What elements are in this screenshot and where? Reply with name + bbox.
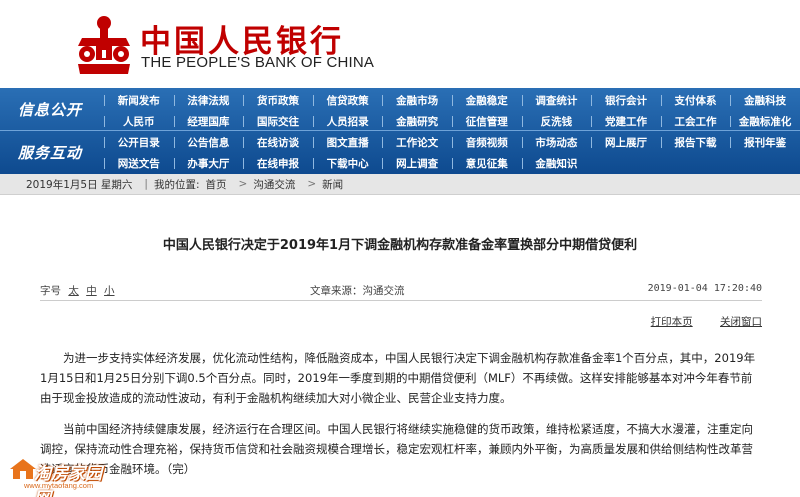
nav-item[interactable]: 金融稳定	[451, 90, 522, 111]
article-meta: 字号 太 中 小 文章来源：沟通交流 2019-01-04 17:20:40	[40, 283, 762, 299]
nav-item[interactable]: 下载中心	[312, 153, 383, 174]
breadcrumb-separator: |	[144, 178, 148, 190]
nav-item[interactable]: 音频视频	[451, 132, 522, 153]
nav-item[interactable]: 反洗钱	[521, 111, 592, 132]
location-label: 我的位置:	[153, 178, 200, 191]
print-page-link[interactable]: 打印本页	[651, 316, 693, 328]
article-paragraph: 为进一步支持实体经济发展，优化流动性结构，降低融资成本，中国人民银行决定下调金融…	[40, 351, 756, 405]
nav-item[interactable]: 报告下载	[660, 132, 731, 153]
nav-item[interactable]: 金融知识	[521, 153, 592, 174]
article-datetime: 2019-01-04 17:20:40	[647, 283, 762, 294]
breadcrumb-separator: >	[307, 178, 317, 190]
watermark: 淘房家园网 www.mytaofang.com	[8, 455, 118, 497]
nav-item[interactable]: 人民币	[104, 111, 174, 132]
nav-item[interactable]: 支付体系	[660, 90, 731, 111]
nav-item[interactable]: 国际交往	[243, 111, 313, 132]
nav-item[interactable]: 银行会计	[591, 90, 661, 111]
nav-item[interactable]: 办事大厅	[173, 153, 244, 174]
nav-item[interactable]: 党建工作	[591, 111, 661, 132]
font-size-control: 字号 太 中 小	[40, 283, 115, 298]
font-size-small-link[interactable]: 小	[104, 285, 115, 297]
watermark-text: 淘房家园网	[34, 464, 102, 497]
nav-item[interactable]: 意见征集	[451, 153, 522, 174]
nav-item[interactable]: 图文直播	[312, 132, 383, 153]
nav-item[interactable]: 货币政策	[243, 90, 313, 111]
article-source: 文章来源：沟通交流	[310, 285, 405, 297]
watermark-url: www.mytaofang.com	[24, 481, 94, 490]
pboc-emblem-icon[interactable]	[74, 14, 134, 76]
nav-item[interactable]: 工会工作	[660, 111, 731, 132]
nav-item[interactable]: 金融研究	[382, 111, 452, 132]
nav-item[interactable]: 信贷政策	[312, 90, 383, 111]
breadcrumb-page-link[interactable]: 新闻	[322, 177, 343, 192]
breadcrumb-section-link[interactable]: 沟通交流	[253, 177, 295, 192]
nav-item[interactable]: 网上展厅	[591, 132, 661, 153]
nav-item[interactable]: 新闻发布	[104, 90, 174, 111]
nav-item[interactable]: 报刊年鉴	[730, 132, 800, 153]
article-actions: 打印本页 关闭窗口	[627, 314, 762, 329]
breadcrumb-home-link[interactable]: 首页	[206, 177, 227, 192]
breadcrumb: 2019年1月5日 星期六 | 我的位置: 首页 > 沟通交流 > 新闻	[0, 174, 800, 195]
main-navigation: 信息公开 服务互动 新闻发布 法律法规 货币政策 信贷政策 金融市场 金融稳定 …	[0, 88, 800, 174]
font-size-label: 字号	[40, 285, 61, 297]
site-title-en[interactable]: THE PEOPLE'S BANK OF CHINA	[141, 54, 374, 71]
nav-item[interactable]: 在线申报	[243, 153, 313, 174]
close-window-link[interactable]: 关闭窗口	[720, 316, 762, 328]
article-paragraph: 当前中国经济持续健康发展，经济运行在合理区间。中国人民银行将继续实施稳健的货币政…	[40, 422, 753, 476]
site-header: 中国人民银行 THE PEOPLE'S BANK OF CHINA	[0, 0, 800, 88]
nav-item[interactable]: 法律法规	[173, 90, 244, 111]
nav-item[interactable]: 经理国库	[173, 111, 244, 132]
font-size-medium-link[interactable]: 中	[86, 285, 97, 297]
nav-item[interactable]: 金融标准化	[730, 111, 800, 132]
nav-item[interactable]: 征信管理	[451, 111, 522, 132]
current-date: 2019年1月5日 星期六	[26, 178, 133, 191]
nav-item[interactable]: 公开目录	[104, 132, 174, 153]
nav-item[interactable]: 调查统计	[521, 90, 592, 111]
nav-item[interactable]: 人员招录	[312, 111, 383, 132]
font-size-large-link[interactable]: 太	[68, 285, 79, 297]
nav-section-info-disclosure: 信息公开	[17, 101, 82, 119]
nav-section-service-interaction: 服务互动	[17, 144, 82, 162]
nav-item[interactable]: 公告信息	[173, 132, 244, 153]
nav-item[interactable]: 金融市场	[382, 90, 452, 111]
nav-grid: 新闻发布 法律法规 货币政策 信贷政策 金融市场 金融稳定 调查统计 银行会计 …	[104, 90, 800, 174]
breadcrumb-separator: >	[238, 178, 248, 190]
article-title: 中国人民银行决定于2019年1月下调金融机构存款准备金率置换部分中期借贷便利	[162, 238, 638, 253]
nav-item[interactable]: 网送文告	[104, 153, 174, 174]
nav-item[interactable]: 网上调查	[382, 153, 452, 174]
nav-item[interactable]: 市场动态	[521, 132, 592, 153]
nav-item[interactable]: 工作论文	[382, 132, 452, 153]
nav-item[interactable]: 在线访谈	[243, 132, 313, 153]
nav-item[interactable]: 金融科技	[730, 90, 800, 111]
meta-divider	[40, 300, 762, 301]
article-body: 为进一步支持实体经济发展，优化流动性结构，降低融资成本，中国人民银行决定下调金融…	[40, 348, 762, 490]
